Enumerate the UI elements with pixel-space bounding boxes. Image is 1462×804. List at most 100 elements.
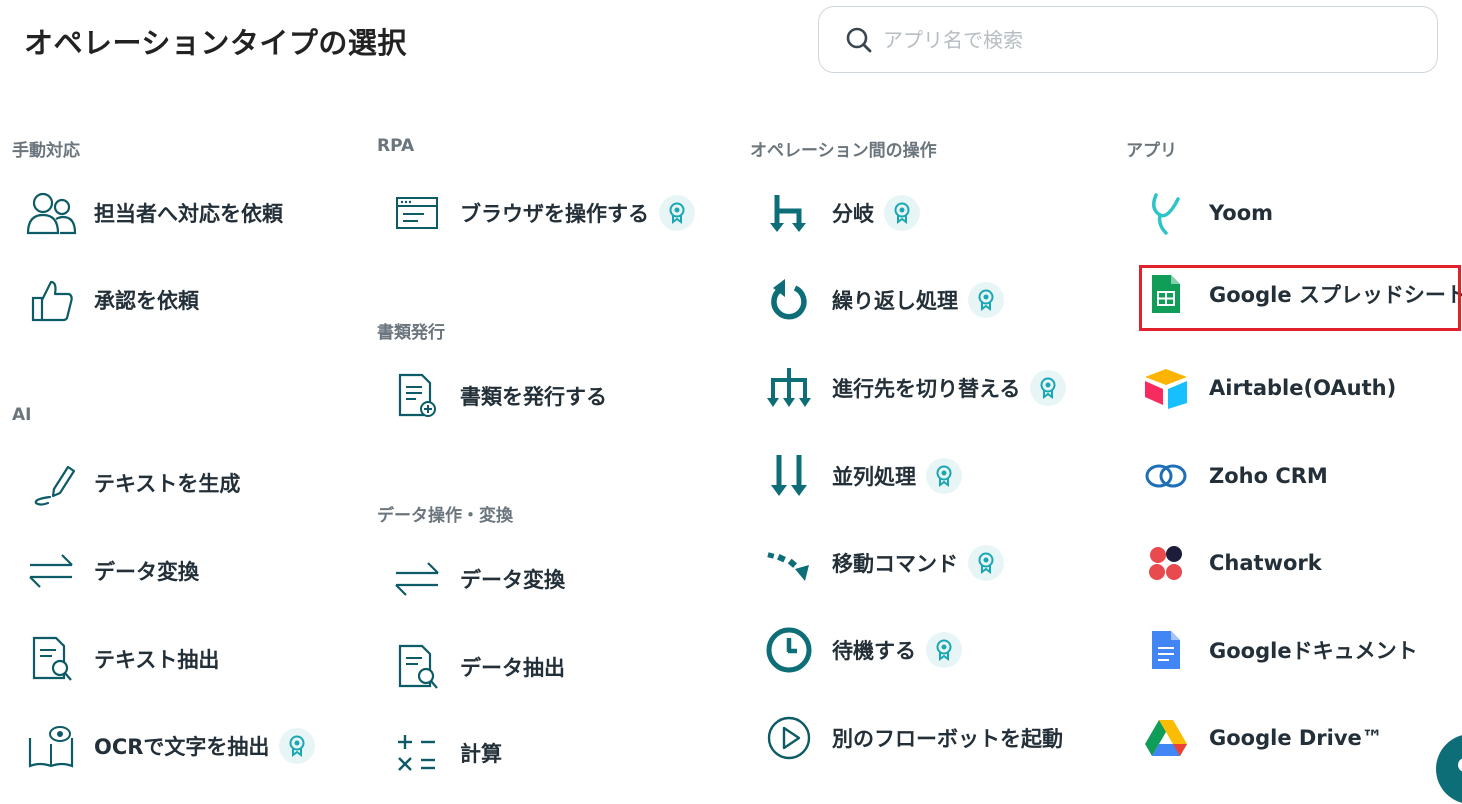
chatwork-logo-icon [1149,546,1182,580]
section-apps: アプリ [1126,141,1177,161]
app-zoho-crm[interactable]: Zoho CRM [1139,446,1328,506]
item-browser-operate[interactable]: ブラウザを操作する [390,183,695,243]
app-google-docs[interactable]: Googleドキュメント [1139,620,1418,680]
google-drive-icon [1145,720,1187,756]
ribbon-icon [289,735,305,757]
search-icon [846,27,872,52]
premium-badge [968,545,1004,581]
pen-icon [34,465,76,506]
item-label: 承認を依頼 [94,289,199,313]
ribbon-icon [936,465,952,487]
book-eye-icon [28,726,74,768]
ribbon-icon [978,552,994,574]
item-loop[interactable]: 繰り返し処理 [762,270,1004,330]
airtable-logo-icon [1145,369,1187,409]
document-add-icon [398,373,436,417]
browser-window-icon [396,197,438,229]
document-search-icon [398,644,438,689]
play-circle-icon [767,716,811,760]
item-label: OCRで文字を抽出 [94,735,270,759]
item-label: 待機する [832,639,916,663]
ribbon-icon [669,202,685,224]
item-label: 分岐 [832,202,874,226]
premium-badge [884,195,920,231]
item-label: 繰り返し処理 [832,289,958,313]
item-generate-text[interactable]: テキストを生成 [24,453,240,513]
item-label: 並列処理 [832,465,916,489]
calculator-symbols-icon [398,735,435,771]
item-request-approval[interactable]: 承認を依頼 [24,270,199,330]
app-yoom[interactable]: Yoom [1139,183,1273,243]
page-title: オペレーションタイプの選択 [24,26,407,60]
item-label: Google Drive™ [1209,726,1383,750]
premium-badge [926,632,962,668]
clock-icon [766,627,812,673]
item-label: 計算 [460,742,502,766]
item-label: 進行先を切り替える [832,377,1021,401]
item-label: Airtable(OAuth) [1209,376,1397,400]
multi-branch-icon [767,368,811,407]
premium-badge [659,195,695,231]
item-label: Zoho CRM [1209,464,1328,488]
premium-badge [926,458,962,494]
item-label: データ変換 [460,568,565,592]
item-label: 別のフローボットを起動 [832,727,1063,751]
item-data-extract[interactable]: データ抽出 [390,637,565,697]
item-launch-flowbot[interactable]: 別のフローボットを起動 [762,708,1063,768]
item-extract-text[interactable]: テキスト抽出 [24,629,219,689]
item-calculate[interactable]: 計算 [390,723,502,783]
item-data-convert[interactable]: データ変換 [390,549,565,609]
item-request-assignee[interactable]: 担当者へ対応を依頼 [24,183,283,243]
app-google-drive[interactable]: Google Drive™ [1139,708,1383,768]
item-wait[interactable]: 待機する [762,620,962,680]
document-search-icon [32,636,72,681]
app-chatwork[interactable]: Chatwork [1139,533,1322,593]
item-label: テキスト抽出 [94,648,220,672]
item-label: Googleドキュメント [1209,639,1418,663]
ribbon-icon [894,202,910,224]
item-switch-route[interactable]: 進行先を切り替える [762,358,1067,418]
item-move-command[interactable]: 移動コマンド [762,533,1004,593]
item-label: Chatwork [1209,551,1322,575]
item-label: データ抽出 [460,656,565,680]
zoho-crm-icon [1145,464,1187,488]
selection-highlight [1139,265,1461,331]
branch-icon [770,195,806,232]
premium-badge [1030,370,1067,406]
chat-support-button[interactable] [1436,734,1462,804]
google-docs-icon [1152,631,1180,669]
item-label: Yoom [1209,201,1274,225]
item-label: データ変換 [94,560,199,584]
item-label: ブラウザを操作する [460,202,649,226]
item-branch[interactable]: 分岐 [762,183,920,243]
yoom-logo-icon [1152,193,1180,235]
premium-badge [279,728,316,764]
search-input[interactable] [881,26,1405,53]
dashed-jump-arrow-icon [767,552,809,581]
app-airtable[interactable]: Airtable(OAuth) [1139,358,1396,418]
search-box[interactable] [818,6,1438,73]
item-label: 書類を発行する [460,385,607,409]
ribbon-icon [1040,377,1056,399]
item-issue-document[interactable]: 書類を発行する [390,366,607,426]
item-ocr-extract[interactable]: OCRで文字を抽出 [24,716,316,776]
premium-badge [968,282,1004,318]
ribbon-icon [978,289,994,311]
section-docs: 書類発行 [377,323,445,343]
section-rpa: RPA [377,136,415,156]
item-label: 担当者へ対応を依頼 [94,202,283,226]
convert-arrows-icon [395,562,439,596]
section-data: データ操作・変換 [377,506,513,526]
item-parallel[interactable]: 並列処理 [762,446,962,506]
item-ai-data-convert[interactable]: データ変換 [24,541,199,601]
ribbon-icon [936,639,952,661]
thumbs-up-icon [31,280,73,322]
section-ai: AI [12,405,32,425]
loop-icon [771,279,807,320]
section-ops: オペレーション間の操作 [750,141,937,161]
convert-arrows-icon [29,554,73,588]
people-icon [26,192,77,235]
section-manual: 手動対応 [12,141,80,161]
parallel-arrows-icon [771,455,807,496]
item-label: 移動コマンド [832,552,958,576]
